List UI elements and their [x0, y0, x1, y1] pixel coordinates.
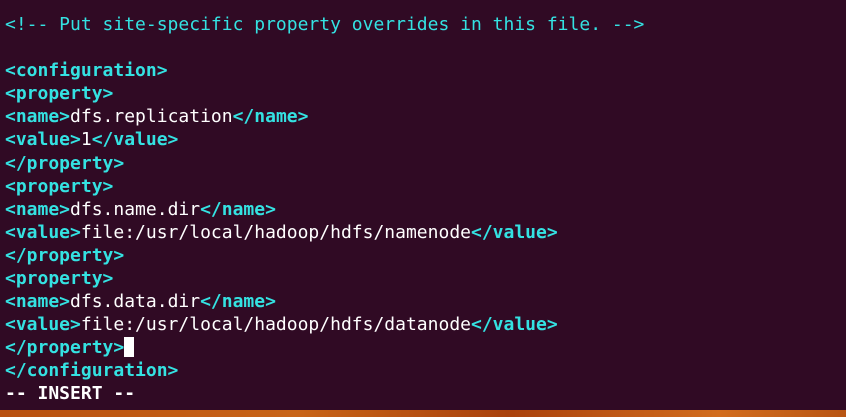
status-line: -- INSERT -- — [5, 383, 136, 404]
xml-tag: </value> — [471, 314, 558, 336]
editor-line[interactable]: </property> — [5, 244, 644, 267]
editor-line[interactable]: </property> — [5, 336, 644, 359]
editor-line[interactable]: <name>dfs.data.dir</name> — [5, 290, 644, 313]
vim-editor-buffer[interactable]: <!-- Put site-specific property override… — [5, 13, 644, 383]
editor-line[interactable]: <property> — [5, 82, 644, 105]
xml-tag: <value> — [5, 221, 81, 243]
editor-line[interactable]: <value>1</value> — [5, 128, 644, 151]
xml-text: 1 — [80, 129, 92, 151]
editor-line[interactable]: <property> — [5, 267, 644, 290]
terminal-window[interactable]: <!-- Put site-specific property override… — [0, 0, 846, 417]
xml-tag: <name> — [5, 106, 71, 128]
editor-line[interactable]: </property> — [5, 152, 644, 175]
editor-line[interactable]: <!-- Put site-specific property override… — [5, 13, 644, 36]
editor-line[interactable] — [5, 36, 644, 59]
text-cursor — [124, 337, 135, 358]
xml-tag: <configuration> — [5, 60, 168, 82]
xml-tag: </name> — [200, 198, 276, 220]
xml-tag: <value> — [5, 129, 81, 151]
xml-tag: </configuration> — [5, 360, 179, 382]
xml-tag: </property> — [5, 337, 125, 359]
xml-text: dfs.name.dir — [70, 198, 201, 220]
xml-tag: <name> — [5, 291, 71, 313]
xml-tag: </property> — [5, 244, 125, 266]
editor-line[interactable]: <name>dfs.replication</name> — [5, 105, 644, 128]
xml-tag: </property> — [5, 152, 125, 174]
xml-comment: <!-- Put site-specific property override… — [5, 14, 645, 35]
xml-tag: </value> — [471, 221, 558, 243]
editor-line[interactable]: <configuration> — [5, 59, 644, 82]
editor-line[interactable]: <name>dfs.name.dir</name> — [5, 198, 644, 221]
xml-tag: </name> — [200, 291, 276, 313]
xml-tag: <name> — [5, 198, 71, 220]
xml-tag: <property> — [5, 268, 114, 290]
desktop-background-strip — [0, 410, 846, 417]
editor-line[interactable]: <property> — [5, 175, 644, 198]
xml-text: file:/usr/local/hadoop/hdfs/namenode — [80, 221, 471, 243]
xml-tag: <property> — [5, 175, 114, 197]
xml-tag: </value> — [91, 129, 179, 151]
xml-tag: <property> — [5, 83, 114, 105]
xml-text: dfs.data.dir — [70, 291, 201, 313]
xml-text: dfs.replication — [70, 106, 233, 128]
xml-text: file:/usr/local/hadoop/hdfs/datanode — [80, 314, 471, 336]
xml-tag: <value> — [5, 314, 81, 336]
xml-tag: </name> — [232, 106, 309, 128]
editor-line[interactable]: <value>file:/usr/local/hadoop/hdfs/datan… — [5, 313, 644, 336]
editor-line[interactable]: <value>file:/usr/local/hadoop/hdfs/namen… — [5, 221, 644, 244]
editor-line[interactable]: </configuration> — [5, 359, 644, 382]
